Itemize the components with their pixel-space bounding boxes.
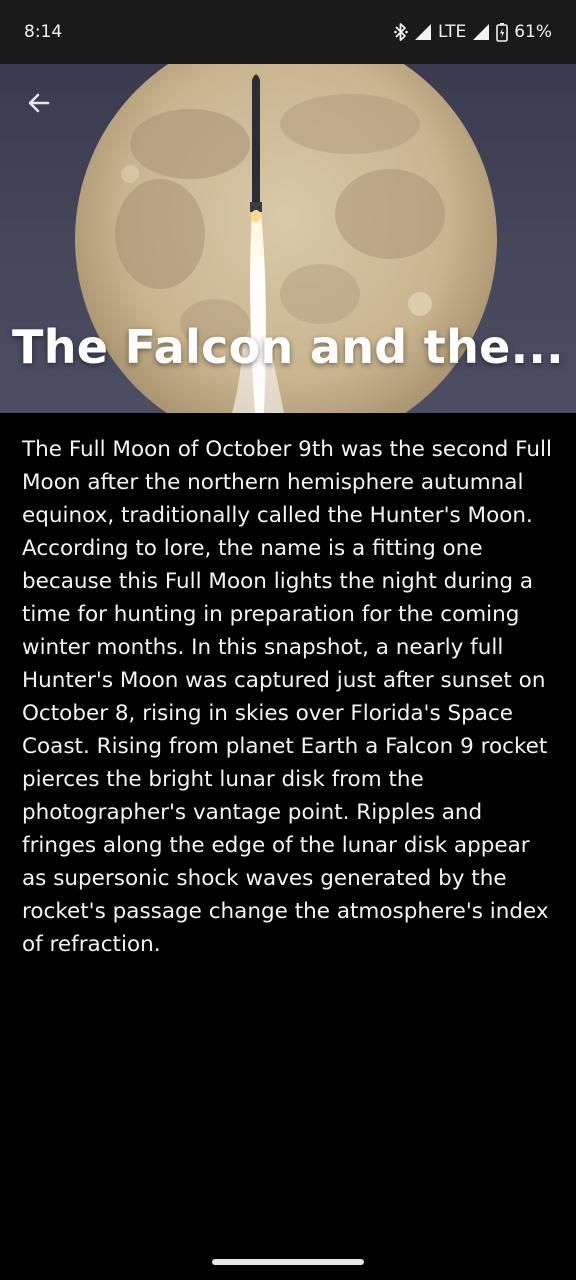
status-bar: 8:14 LTE 61%	[0, 0, 576, 64]
signal-icon	[472, 23, 490, 41]
article-body: The Full Moon of October 9th was the sec…	[22, 437, 552, 957]
signal-icon	[414, 23, 432, 41]
status-time: 8:14	[24, 22, 63, 42]
hero-image: The Falcon and the...	[0, 64, 576, 413]
battery-percent: 61%	[514, 22, 552, 42]
battery-icon	[496, 22, 509, 42]
home-indicator[interactable]	[212, 1259, 364, 1265]
back-button[interactable]	[18, 84, 60, 126]
status-icons: LTE 61%	[394, 22, 552, 42]
bluetooth-icon	[394, 22, 408, 42]
network-label: LTE	[437, 22, 467, 42]
article-title: The Falcon and the...	[12, 320, 564, 374]
arrow-left-icon	[26, 90, 52, 120]
